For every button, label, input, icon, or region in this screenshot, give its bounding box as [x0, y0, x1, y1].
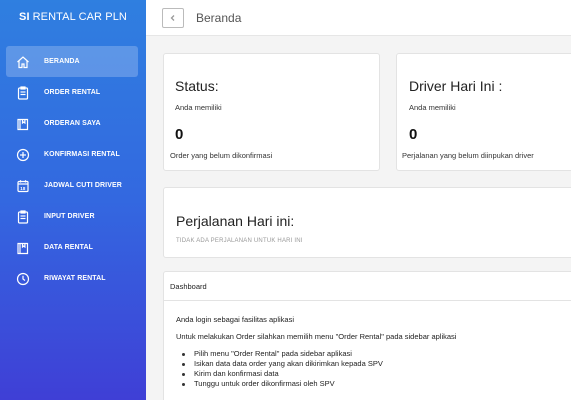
driver-intro: Anda memiliki: [409, 103, 456, 112]
book-icon: [16, 117, 30, 131]
driver-caption: Perjalanan yang belum diinpukan driver: [402, 151, 534, 160]
svg-text:18: 18: [20, 185, 26, 190]
sidebar-item-label: KONFIRMASI RENTAL: [44, 151, 120, 158]
trip-title: Perjalanan Hari ini:: [176, 213, 295, 229]
clock-icon: [16, 272, 30, 286]
brand-logo[interactable]: SI RENTAL CAR PLN: [0, 0, 146, 34]
sidebar-item-label: INPUT DRIVER: [44, 213, 95, 220]
driver-title: Driver Hari Ini :: [409, 78, 503, 94]
clipboard-icon: [16, 209, 30, 224]
home-icon: [16, 55, 30, 69]
sidebar-item-label: JADWAL CUTI DRIVER: [44, 182, 122, 189]
sidebar-item-konfirmasi-rental[interactable]: KONFIRMASI RENTAL: [6, 139, 138, 170]
sidebar-item-label: BERANDA: [44, 58, 80, 65]
sidebar-item-order-rental[interactable]: ORDER RENTAL: [6, 77, 138, 108]
trip-empty-message: TIDAK ADA PERJALANAN UNTUK HARI INI: [176, 238, 303, 244]
sidebar-toggle-button[interactable]: [162, 7, 184, 28]
driver-count: 0: [409, 126, 418, 143]
sidebar-item-label: RIWAYAT RENTAL: [44, 275, 106, 282]
plus-circle-icon: [16, 148, 30, 162]
dashboard-header: Dashboard: [164, 272, 571, 301]
sidebar-item-jadwal-cuti-driver[interactable]: 18 JADWAL CUTI DRIVER: [6, 170, 138, 201]
list-item: Isikan data data order yang akan dikirim…: [176, 359, 456, 369]
top-bar: Beranda: [146, 0, 571, 36]
status-count: 0: [175, 126, 184, 143]
dashboard-steps: Pilih menu "Order Rental" pada sidebar a…: [176, 349, 456, 389]
sidebar-nav: BERANDA ORDER RENTAL ORDERAN SAYA KONFIR…: [0, 46, 146, 294]
sidebar-item-input-driver[interactable]: INPUT DRIVER: [6, 201, 138, 232]
driver-card: Driver Hari Ini : Anda memiliki 0 Perjal…: [396, 53, 571, 171]
sidebar-item-label: DATA RENTAL: [44, 244, 94, 251]
dashboard-line: Untuk melakukan Order silahkan memilih m…: [176, 332, 457, 341]
calendar-icon: 18: [16, 179, 30, 193]
book-icon: [16, 241, 30, 255]
status-title: Status:: [175, 78, 219, 94]
status-caption: Order yang belum dikonfirmasi: [170, 151, 273, 160]
list-item: Pilih menu "Order Rental" pada sidebar a…: [176, 349, 456, 359]
list-item: Kirim dan konfirmasi data: [176, 369, 456, 379]
sidebar-item-riwayat-rental[interactable]: RIWAYAT RENTAL: [6, 263, 138, 294]
status-intro: Anda memiliki: [175, 103, 222, 112]
sidebar-item-orderan-saya[interactable]: ORDERAN SAYA: [6, 108, 138, 139]
sidebar-item-data-rental[interactable]: DATA RENTAL: [6, 232, 138, 263]
sidebar-item-label: ORDERAN SAYA: [44, 120, 101, 127]
sidebar: SI RENTAL CAR PLN BERANDA ORDER RENTAL O…: [0, 0, 146, 400]
trip-card: Perjalanan Hari ini: TIDAK ADA PERJALANA…: [163, 187, 571, 258]
list-item: Tunggu untuk order dikonfirmasi oleh SPV: [176, 379, 456, 389]
clipboard-icon: [16, 85, 30, 100]
dashboard-line: Anda login sebagai fasilitas aplikasi: [176, 315, 294, 324]
sidebar-item-label: ORDER RENTAL: [44, 89, 101, 96]
dashboard-card: Dashboard Anda login sebagai fasilitas a…: [163, 271, 571, 400]
page-title: Beranda: [196, 10, 242, 25]
status-card: Status: Anda memiliki 0 Order yang belum…: [163, 53, 380, 171]
sidebar-item-beranda[interactable]: BERANDA: [6, 46, 138, 77]
collapse-icon: [170, 14, 175, 21]
brand-rest: RENTAL CAR PLN: [32, 11, 127, 23]
brand-bold: SI: [19, 11, 30, 23]
dashboard-body: Anda login sebagai fasilitas aplikasi Un…: [176, 315, 456, 389]
